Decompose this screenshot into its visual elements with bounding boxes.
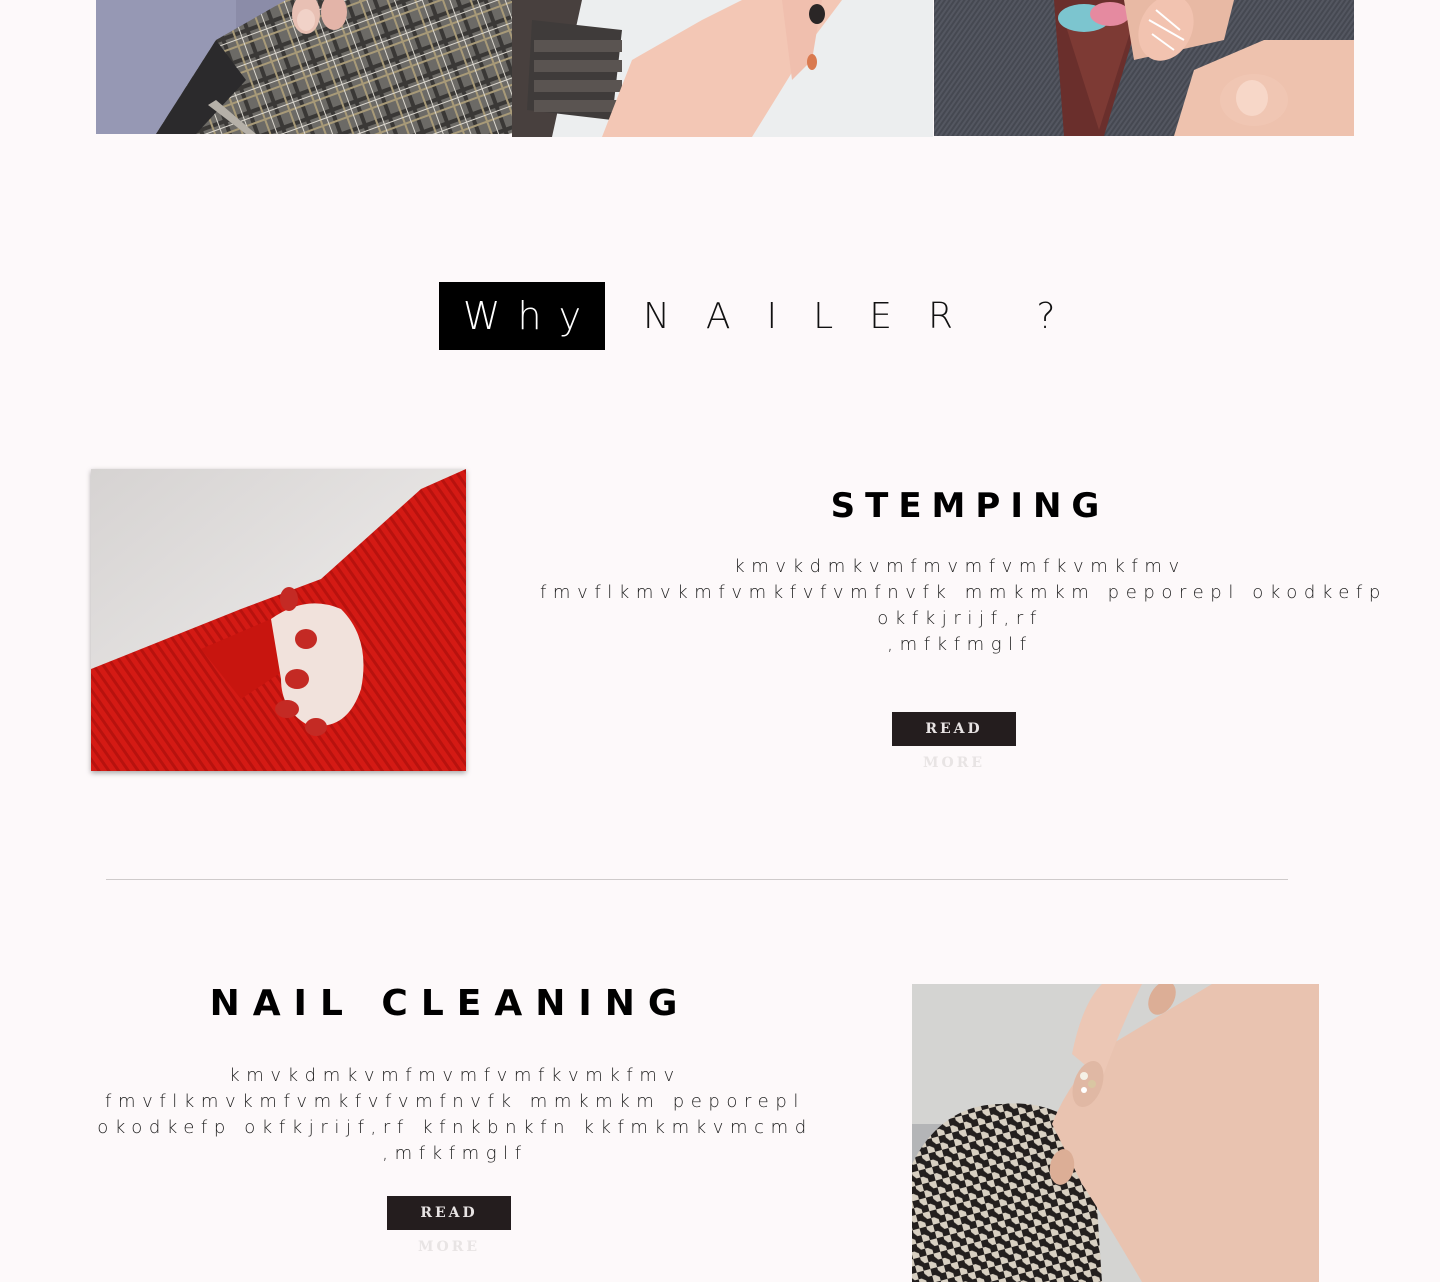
stemping-photo [91, 469, 466, 771]
section-divider [106, 879, 1288, 880]
nail-cleaning-title: NAIL CLEANING [209, 983, 691, 1024]
nail-cleaning-line: okodkefp okfkjrijf,rf kfnkbnkfn kkfmkmkv… [97, 1117, 813, 1138]
stemping-line: kmvkdmkvmfmvmfvmfkvmkfmv [734, 556, 1186, 577]
nail-cleaning-description: kmvkdmkvmfmvmfvmfkvmkfmv fmvflkmvkmfvmkf… [90, 1063, 820, 1167]
stemping-line: ,mfkfmglf [887, 634, 1033, 655]
stemping-line: okfkjrijf,rf [877, 608, 1043, 629]
nail-cleaning-read-more-button[interactable]: READ MORE [387, 1196, 511, 1255]
gallery-image-plaid[interactable] [96, 0, 512, 134]
stemping-read-more-button[interactable]: READ MORE [892, 712, 1016, 771]
stemping-description: kmvkdmkvmfmvmfvmfkvmkfmv fmvflkmvkmfvmkf… [540, 554, 1380, 658]
gallery-image-watch[interactable] [512, 0, 933, 137]
why-highlight: Why [439, 282, 605, 350]
image-gallery [96, 0, 1354, 137]
stemping-title: STEMPING [830, 486, 1110, 526]
why-brand-text: NAILER ? [643, 295, 1092, 337]
nail-cleaning-line: fmvflkmvkmfvmkfvfvmfnvfk mmkmkm peporepl [105, 1091, 805, 1112]
why-heading: Why NAILER ? [439, 282, 1092, 350]
nail-cleaning-line: ,mfkfmglf [382, 1143, 528, 1164]
nail-cleaning-photo [912, 984, 1319, 1282]
gallery-image-denim[interactable] [934, 0, 1354, 136]
nail-cleaning-line: kmvkdmkvmfmvmfvmfkvmkfmv [229, 1065, 681, 1086]
stemping-line: fmvflkmvkmfvmkfvfvmfnvfk mmkmkm peporepl… [540, 582, 1387, 603]
